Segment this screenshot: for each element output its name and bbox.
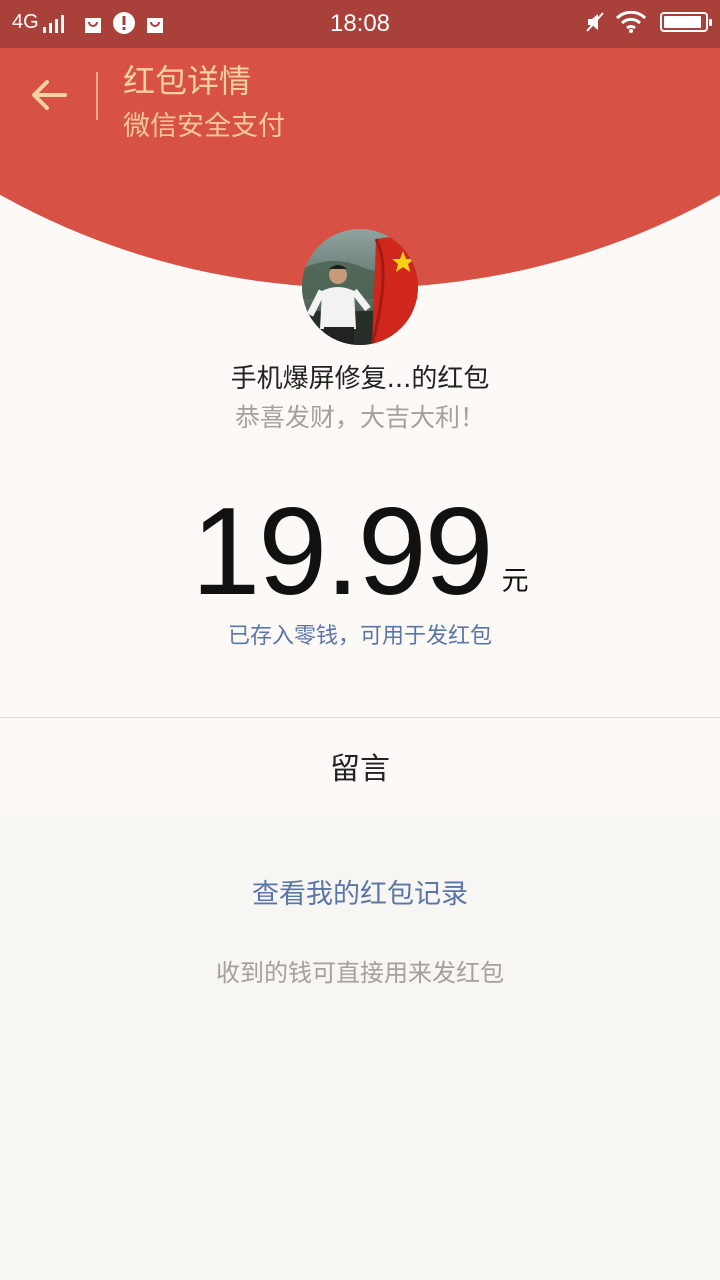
battery-icon <box>660 12 712 32</box>
currency-unit: 元 <box>501 566 529 597</box>
page-subtitle: 微信安全支付 <box>123 111 285 142</box>
wifi-icon <box>616 11 646 33</box>
page-title: 红包详情 <box>123 62 252 100</box>
sender-name: 手机爆屏修复...的红包 <box>230 364 490 394</box>
amount-block: 19.99 元 <box>0 482 720 622</box>
hint-text: 收到的钱可直接用来发红包 <box>216 959 504 987</box>
amount-value: 19.99 <box>191 483 493 621</box>
greeting-text: 恭喜发财，大吉大利！ <box>234 403 485 432</box>
header-divider <box>96 72 98 120</box>
status-right <box>574 11 712 33</box>
divider <box>0 717 720 718</box>
stored-note-link[interactable]: 已存入零钱，可用于发红包 <box>0 618 720 650</box>
message-button[interactable]: 留言 <box>0 744 720 788</box>
status-bar: 4G 18:08 <box>0 0 720 48</box>
back-arrow-icon <box>32 80 67 110</box>
avatar-photo <box>302 229 418 345</box>
battery-level <box>664 16 701 28</box>
sender-avatar[interactable] <box>302 229 418 345</box>
mute-icon <box>586 12 604 32</box>
view-records-link[interactable]: 查看我的红包记录 <box>0 872 720 911</box>
back-button[interactable] <box>26 72 72 118</box>
